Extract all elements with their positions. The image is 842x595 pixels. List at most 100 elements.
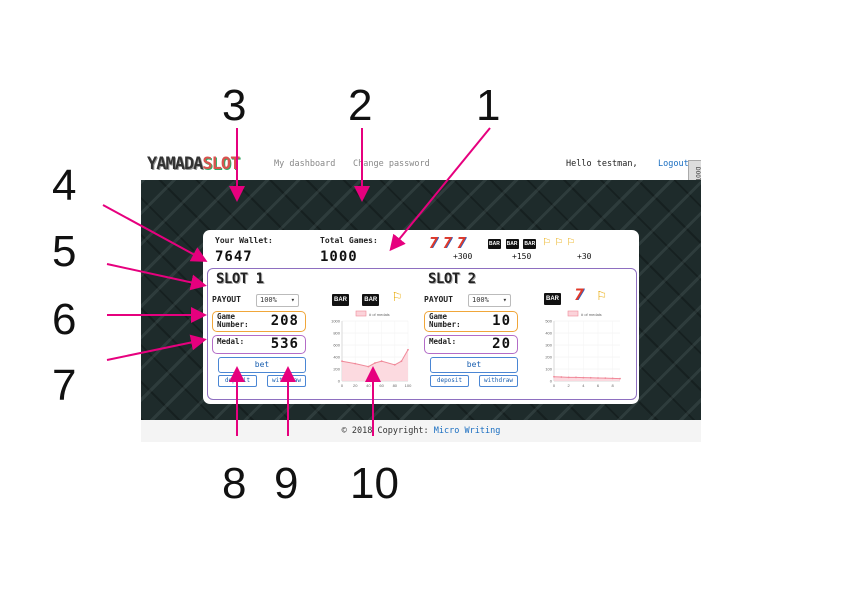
slot2-deposit-button[interactable]: deposit — [430, 375, 469, 387]
bar-icon: BAR — [544, 293, 561, 305]
paytable-reward: +30 — [577, 252, 592, 261]
annotation-5: 5 — [52, 227, 77, 276]
x-tick-label: 8 — [612, 383, 615, 388]
slot1-medal-value: 536 — [270, 336, 299, 352]
slot2-medal-value: 20 — [492, 336, 511, 352]
legend-swatch — [567, 310, 579, 317]
data-point — [380, 360, 383, 363]
wallet-value: 7647 — [215, 249, 253, 265]
bar-icon: BAR — [488, 239, 501, 249]
total-games-label: Total Games: — [320, 236, 378, 245]
data-point — [575, 376, 577, 379]
x-tick-label: 4 — [582, 383, 585, 388]
annotation-6: 6 — [52, 295, 77, 344]
slot1-payout-label: PAYOUT — [212, 295, 241, 304]
annotation-2: 2 — [348, 81, 373, 130]
annotation-8: 8 — [222, 459, 247, 508]
data-point — [553, 375, 555, 378]
slot2-medal: Medal: 20 — [424, 335, 518, 354]
x-tick-label: 40 — [366, 383, 371, 388]
slot1-payout-select[interactable]: 100% ▾ — [256, 294, 299, 307]
slot2-title: SLOT 2 — [428, 271, 476, 287]
annotation-1: 1 — [476, 81, 501, 130]
annotation-4: 4 — [52, 161, 77, 210]
x-tick-label: 100 — [405, 383, 412, 388]
logout-link[interactable]: Logout — [658, 159, 689, 169]
slot2-withdraw-button[interactable]: withdraw — [479, 375, 518, 387]
y-tick-label: 200 — [333, 367, 340, 372]
slot1-game-number: Game Number: 208 — [212, 311, 306, 332]
nav-dashboard-link[interactable]: My dashboard — [274, 159, 335, 169]
y-tick-label: 500 — [545, 319, 552, 324]
x-tick-label: 60 — [379, 383, 384, 388]
legend-swatch — [355, 310, 367, 317]
annotation-3: 3 — [222, 81, 247, 130]
slot1-game-number-value: 208 — [270, 313, 299, 329]
slot1-medal: Medal: 536 — [212, 335, 306, 354]
main-panel: Your Wallet: 7647 Total Games: 1000 7 7 … — [203, 230, 639, 404]
seven-icon: 7 — [429, 234, 439, 252]
data-point — [597, 377, 599, 379]
slot2-game-number-value: 10 — [492, 313, 511, 329]
y-tick-label: 300 — [545, 343, 552, 348]
paytable-reward: +150 — [512, 252, 532, 261]
slot1-title: SLOT 1 — [216, 271, 264, 287]
bell-icon: ⚐ — [392, 287, 402, 305]
x-tick-label: 2 — [568, 383, 571, 388]
paytable-reward: +300 — [453, 252, 473, 261]
slot2-payout-select[interactable]: 100% ▾ — [468, 294, 511, 307]
x-tick-label: 0 — [341, 383, 344, 388]
slots-container: SLOT 1 PAYOUT 100% ▾ BAR BAR ⚐ Game Number… — [207, 268, 637, 400]
x-tick-label: 80 — [393, 383, 398, 388]
app-screenshot: YAMADASLOT My dashboard Change password … — [141, 148, 701, 442]
nav-change-password-link[interactable]: Change password — [353, 159, 430, 169]
wallet-label: Your Wallet: — [215, 236, 273, 245]
bell-icon: ⚐ — [555, 234, 563, 248]
seven-icon: 7 — [442, 234, 452, 252]
slot1-reels: BAR BAR ⚐ — [332, 287, 402, 306]
data-point — [611, 377, 614, 380]
slot2-payout-label: PAYOUT — [424, 295, 453, 304]
legend-label: # of medals — [369, 312, 390, 317]
bell-icon: ⚐ — [597, 286, 607, 304]
data-point — [567, 376, 570, 379]
y-tick-label: 200 — [545, 355, 552, 360]
logo[interactable]: YAMADASLOT — [147, 154, 240, 174]
y-tick-label: 800 — [333, 331, 340, 336]
bar-icon: BAR — [523, 239, 537, 249]
bar-icon: BAR — [332, 294, 349, 306]
y-tick-label: 400 — [333, 355, 340, 360]
bell-icon: ⚐ — [567, 234, 575, 248]
slot1-withdraw-button[interactable]: withdraw — [267, 375, 306, 387]
data-point — [374, 362, 376, 364]
footer-link[interactable]: Micro Writing — [434, 426, 501, 436]
bar-icon: BAR — [362, 294, 380, 306]
paytable-bell: ⚐ ⚐ ⚐ +30 — [543, 234, 603, 261]
annotation-10: 10 — [350, 459, 399, 508]
paytable-bar: BAR BAR BAR +150 — [488, 238, 548, 261]
chevron-down-icon: ▾ — [290, 296, 295, 304]
slot2-medal-chart: # of medals01002003004005000 2 4 6 8 — [545, 310, 621, 388]
slot2-reels: BAR 7 ⚐ — [544, 285, 606, 305]
greeting-text: Hello testman, — [566, 159, 638, 169]
bell-icon: ⚐ — [543, 234, 551, 248]
data-point — [393, 363, 396, 366]
slot2-game-number: Game Number: 10 — [424, 311, 518, 332]
chevron-down-icon: ▾ — [502, 296, 507, 304]
seven-icon: 7 — [456, 234, 466, 252]
data-point — [367, 365, 370, 368]
y-tick-label: 100 — [545, 367, 552, 372]
data-point — [407, 348, 409, 351]
navbar: YAMADASLOT My dashboard Change password … — [141, 148, 701, 188]
footer-copyright: © 2018 Copyright: — [341, 426, 429, 436]
slot1-bet-button[interactable]: bet — [218, 357, 306, 373]
x-tick-label: 0 — [553, 383, 556, 388]
series-area — [342, 349, 408, 381]
bar-icon: BAR — [505, 239, 519, 249]
data-point — [582, 376, 585, 379]
slot2-bet-button[interactable]: bet — [430, 357, 518, 373]
data-point — [589, 376, 592, 379]
slot1-deposit-button[interactable]: deposit — [218, 375, 257, 387]
legend-label: # of medals — [581, 312, 602, 317]
y-tick-label: 1000 — [331, 319, 341, 324]
